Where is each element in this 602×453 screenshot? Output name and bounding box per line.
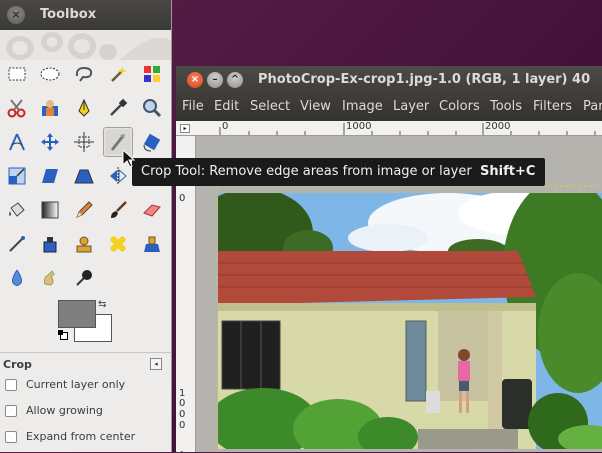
ruler-label: 2000 (485, 121, 511, 132)
foreground-color-swatch[interactable] (58, 300, 96, 328)
free-select-icon[interactable] (70, 60, 98, 88)
ruler-label: 1000 (346, 121, 372, 132)
heal-icon[interactable] (104, 230, 132, 258)
expand-from-center-option[interactable]: Expand from center (5, 430, 135, 443)
paths-icon[interactable] (70, 94, 98, 122)
rotate-icon[interactable] (138, 128, 166, 156)
color-swatches: ⇆ (58, 299, 112, 342)
checkbox[interactable] (5, 430, 17, 443)
mouse-cursor-icon (122, 149, 136, 168)
image-window: × – ^ PhotoCrop-Ex-crop1.jpg-1.0 (RGB, 1… (176, 66, 602, 452)
shear-icon[interactable] (36, 162, 64, 190)
rect-select-icon[interactable] (3, 60, 31, 88)
foreground-select-icon[interactable] (36, 94, 64, 122)
zoom-icon[interactable] (138, 94, 166, 122)
toolbox-window: × Toolbox ⇆ Crop ◂ Current layer only Al… (0, 0, 172, 452)
menu-view[interactable]: View (300, 99, 331, 114)
ruler-corner[interactable]: ▸ (176, 121, 195, 136)
toolbox-title: Toolbox (40, 7, 97, 22)
menu-edit[interactable]: Edit (214, 99, 239, 114)
menu-image[interactable]: Image (342, 99, 383, 114)
scale-icon[interactable] (3, 162, 31, 190)
ruler-marker: ▸ (181, 448, 185, 452)
menu-partial[interactable]: Par (583, 99, 602, 114)
tool-options-title: Crop (3, 358, 32, 371)
bucket-fill-icon[interactable] (3, 196, 31, 224)
pencil-icon[interactable] (70, 196, 98, 224)
default-colors-icon[interactable] (58, 330, 68, 340)
ruler-label: 0 (179, 409, 186, 420)
scissors-icon[interactable] (3, 94, 31, 122)
menubar: File Edit Select View Image Layer Colors… (176, 95, 602, 121)
window-minimize-button[interactable]: – (207, 72, 223, 88)
measure-icon[interactable] (3, 128, 31, 156)
ruler-label: 0 (222, 121, 229, 132)
tooltip-text: Crop Tool: Remove edge areas from image … (141, 164, 472, 179)
window-maximize-button[interactable]: ^ (227, 72, 243, 88)
ruler-label: 0 (179, 420, 186, 431)
tool-options-panel: Crop ◂ Current layer only Allow growing … (0, 352, 171, 453)
ink-icon[interactable] (36, 230, 64, 258)
horizontal-ruler[interactable]: 0 1000 2000 (195, 121, 602, 136)
blur-icon[interactable] (3, 264, 31, 292)
tooltip-shortcut: Shift+C (480, 164, 536, 179)
option-label: Current layer only (26, 378, 126, 391)
image-window-titlebar[interactable]: × – ^ PhotoCrop-Ex-crop1.jpg-1.0 (RGB, 1… (176, 66, 602, 95)
toolbox-titlebar[interactable]: × Toolbox (0, 0, 171, 30)
color-picker-icon[interactable] (104, 94, 132, 122)
paintbrush-icon[interactable] (104, 196, 132, 224)
move-icon[interactable] (36, 128, 64, 156)
menu-layer[interactable]: Layer (393, 99, 429, 114)
dodge-burn-icon[interactable] (70, 264, 98, 292)
toolbox-close-button[interactable]: × (7, 6, 25, 24)
menu-tools[interactable]: Tools (490, 99, 522, 114)
tool-options-menu-button[interactable]: ◂ (150, 358, 162, 370)
menu-colors[interactable]: Colors (439, 99, 480, 114)
smudge-icon[interactable] (36, 264, 64, 292)
option-label: Allow growing (26, 404, 103, 417)
clone-icon[interactable] (70, 230, 98, 258)
airbrush-icon[interactable] (3, 230, 31, 258)
image-window-title: PhotoCrop-Ex-crop1.jpg-1.0 (RGB, 1 layer… (258, 72, 591, 87)
menu-filters[interactable]: Filters (533, 99, 572, 114)
crop-tool-tooltip: Crop Tool: Remove edge areas from image … (132, 158, 545, 186)
checkbox[interactable] (5, 378, 17, 391)
blend-icon[interactable] (36, 196, 64, 224)
checkbox[interactable] (5, 404, 17, 417)
menu-file[interactable]: File (182, 99, 204, 114)
wilber-banner (0, 30, 171, 60)
eraser-icon[interactable] (138, 196, 166, 224)
color-select-icon[interactable] (138, 60, 166, 88)
ruler-label: 0 (179, 398, 186, 409)
house-photo[interactable] (218, 193, 602, 449)
perspective-clone-icon[interactable] (138, 230, 166, 258)
menu-select[interactable]: Select (250, 99, 290, 114)
ellipse-select-icon[interactable] (36, 60, 64, 88)
swap-colors-icon[interactable]: ⇆ (98, 299, 106, 310)
ruler-label: 0 (179, 193, 186, 204)
fuzzy-select-icon[interactable] (104, 60, 132, 88)
quick-mask-menu-icon[interactable]: ▸ (180, 124, 190, 133)
perspective-icon[interactable] (70, 162, 98, 190)
window-close-button[interactable]: × (187, 72, 203, 88)
option-label: Expand from center (26, 430, 136, 443)
allow-growing-option[interactable]: Allow growing (5, 404, 103, 417)
current-layer-only-option[interactable]: Current layer only (5, 378, 125, 391)
align-icon[interactable] (70, 128, 98, 156)
